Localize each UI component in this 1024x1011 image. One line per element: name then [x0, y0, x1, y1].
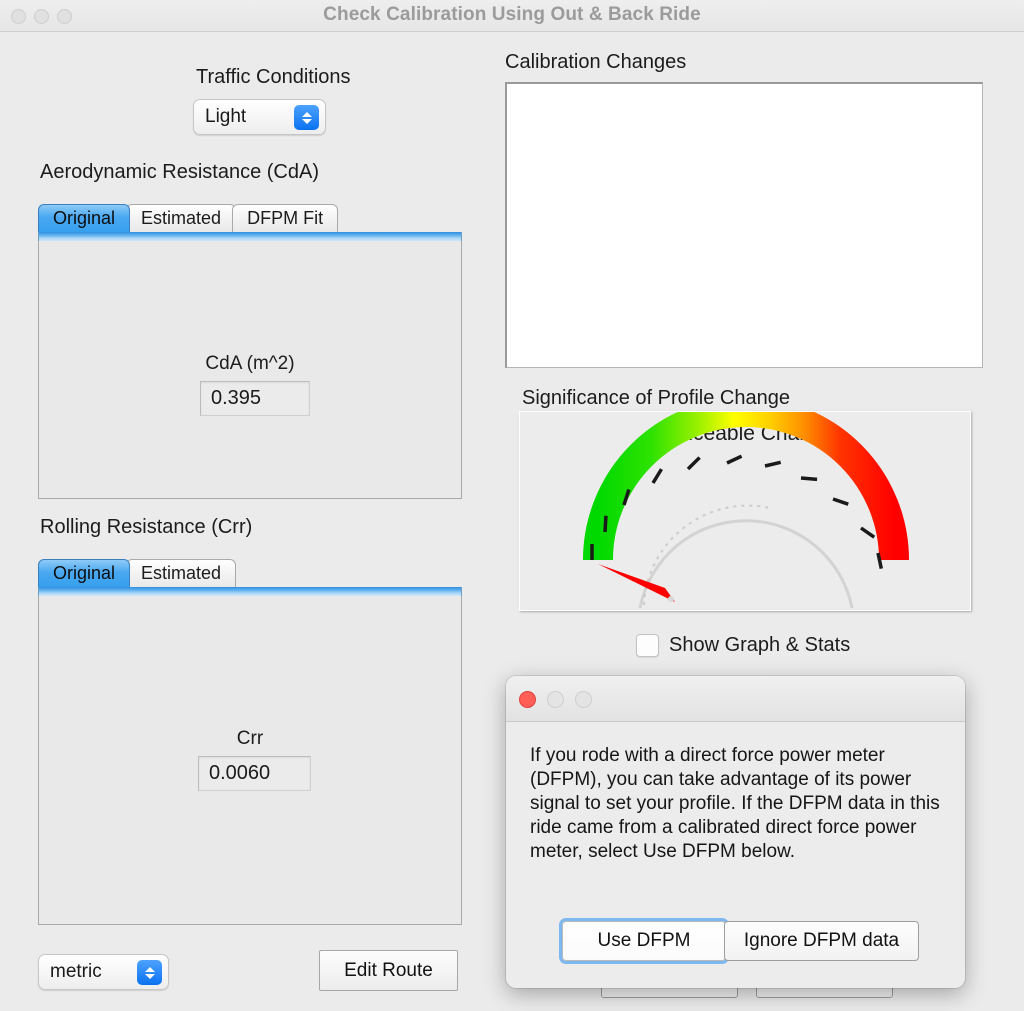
- dfpm-minimize-button-icon[interactable]: [547, 691, 564, 708]
- gauge-needle: [598, 564, 675, 602]
- chevron-updown-icon[interactable]: [137, 960, 162, 985]
- traffic-conditions-label: Traffic Conditions: [196, 66, 351, 88]
- edit-route-button[interactable]: Edit Route: [319, 950, 458, 991]
- aerodynamic-resistance-label: Aerodynamic Resistance (CdA): [40, 161, 319, 183]
- dfpm-zoom-button-icon[interactable]: [575, 691, 592, 708]
- cda-field-label: CdA (m^2): [205, 353, 295, 374]
- show-graph-stats-row[interactable]: Show Graph & Stats: [636, 634, 850, 657]
- calibration-changes-label: Calibration Changes: [505, 51, 687, 73]
- tab-crr-original[interactable]: Original: [38, 559, 131, 587]
- show-graph-stats-checkbox[interactable]: [636, 634, 659, 657]
- tab-aero-estimated[interactable]: Estimated: [126, 204, 237, 232]
- traffic-conditions-select[interactable]: Light: [193, 99, 326, 135]
- cda-value-input[interactable]: 0.395: [200, 381, 310, 416]
- rolling-tabrow: Original Estimated: [38, 559, 462, 587]
- aero-tab-underline: [38, 232, 462, 241]
- dfpm-close-button-icon[interactable]: [519, 691, 536, 708]
- gauge-graphic: [583, 412, 909, 609]
- rolling-tab-underline: [38, 587, 462, 596]
- ignore-dfpm-button[interactable]: Ignore DFPM data: [724, 921, 919, 961]
- dfpm-traffic-lights: [519, 691, 592, 708]
- aero-tab-group: Original Estimated DFPM Fit CdA (m^2) 0.…: [38, 204, 462, 499]
- dfpm-dialog: If you rode with a direct force power me…: [506, 676, 965, 988]
- chevron-updown-icon[interactable]: [294, 105, 319, 130]
- rolling-resistance-label: Rolling Resistance (Crr): [40, 516, 253, 538]
- rolling-tab-panel: Crr 0.0060: [38, 596, 462, 925]
- tab-aero-dfpm-fit[interactable]: DFPM Fit: [232, 204, 339, 232]
- significance-label: Significance of Profile Change: [522, 387, 790, 409]
- tab-crr-estimated[interactable]: Estimated: [126, 559, 237, 587]
- show-graph-stats-label: Show Graph & Stats: [669, 634, 851, 656]
- dfpm-dialog-message: If you rode with a direct force power me…: [530, 745, 940, 862]
- traffic-conditions-value: Light: [205, 106, 247, 127]
- profile-change-gauge: Noticeable Change: [519, 411, 971, 611]
- window-title: Check Calibration Using Out & Back Ride: [323, 4, 701, 25]
- app-window: Check Calibration Using Out & Back Ride …: [0, 0, 1024, 1011]
- crr-value-input[interactable]: 0.0060: [198, 756, 311, 791]
- aero-tab-panel: CdA (m^2) 0.395: [38, 241, 462, 499]
- window-titlebar: Check Calibration Using Out & Back Ride: [0, 0, 1024, 32]
- crr-field-label: Crr: [236, 728, 264, 749]
- aero-tabrow: Original Estimated DFPM Fit: [38, 204, 462, 232]
- units-select[interactable]: metric: [38, 954, 169, 990]
- rolling-tab-group: Original Estimated Crr 0.0060: [38, 559, 462, 925]
- dfpm-dialog-titlebar: [506, 676, 965, 722]
- calibration-changes-textarea[interactable]: [505, 82, 983, 368]
- units-value: metric: [50, 961, 102, 982]
- tab-aero-original[interactable]: Original: [38, 204, 131, 232]
- use-dfpm-button[interactable]: Use DFPM: [562, 921, 726, 961]
